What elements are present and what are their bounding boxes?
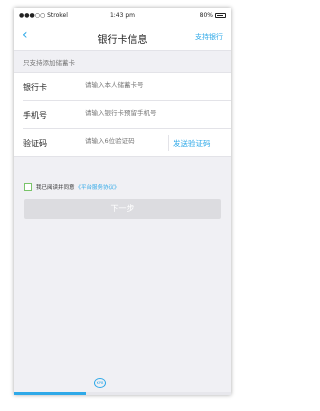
progress-bar bbox=[14, 392, 231, 395]
debit-card-only-note: 只支持添加储蓄卡 bbox=[23, 59, 75, 67]
divider bbox=[168, 135, 169, 151]
battery-status: 80% bbox=[200, 12, 226, 19]
next-step-button[interactable]: 下一步 bbox=[24, 199, 221, 219]
bank-card-row: 银行卡 bbox=[23, 73, 231, 101]
phone-row: 手机号 bbox=[23, 101, 231, 129]
agreement-row: 我已阅读并同意 《平台服务协议》 bbox=[24, 183, 120, 191]
verification-code-label: 验证码 bbox=[23, 139, 47, 148]
status-time: 1:43 pm bbox=[109, 12, 136, 19]
bank-card-label: 银行卡 bbox=[23, 83, 47, 92]
agreement-text: 我已阅读并同意 bbox=[36, 185, 75, 191]
service-agreement-link[interactable]: 《平台服务协议》 bbox=[76, 183, 120, 191]
battery-icon bbox=[215, 13, 226, 18]
battery-percent: 80% bbox=[199, 12, 213, 19]
phone-label: 手机号 bbox=[23, 111, 47, 120]
phone-input[interactable] bbox=[85, 109, 225, 117]
phone-screen: ●●●○○ Strokel 1:43 pm 80% ‹ 银行卡信息 支持银行 只… bbox=[14, 8, 231, 395]
bank-card-input[interactable] bbox=[85, 81, 225, 89]
agreement-checkbox[interactable] bbox=[24, 183, 32, 191]
verification-code-row: 验证码 发送验证码 bbox=[23, 129, 231, 156]
send-code-button[interactable]: 发送验证码 bbox=[173, 138, 211, 149]
app-logo-icon: KPB bbox=[94, 378, 106, 388]
status-bar: ●●●○○ Strokel 1:43 pm 80% bbox=[14, 8, 231, 22]
progress-fill bbox=[14, 392, 86, 395]
supported-banks-link[interactable]: 支持银行 bbox=[195, 32, 223, 42]
verification-code-input[interactable] bbox=[85, 137, 163, 145]
navigation-bar: ‹ 银行卡信息 支持银行 bbox=[14, 22, 231, 51]
card-form: 银行卡 手机号 验证码 发送验证码 bbox=[14, 72, 231, 157]
